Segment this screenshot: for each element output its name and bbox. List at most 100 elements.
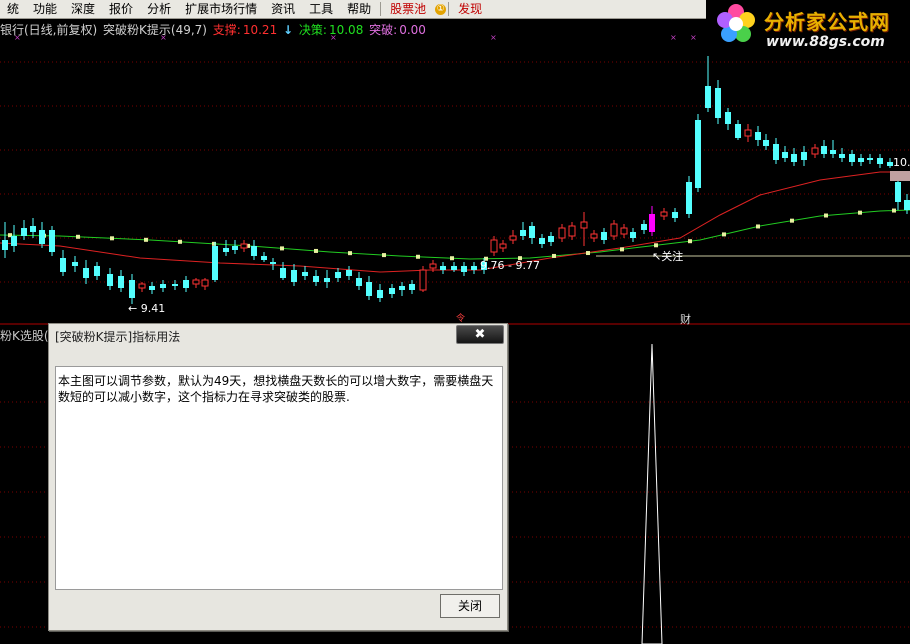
candle-body <box>725 112 731 124</box>
candle-body <box>548 236 554 242</box>
decision-label: 决策: <box>298 23 327 37</box>
candle-body <box>212 246 218 280</box>
sub-panel-label: 粉K选股( <box>0 329 49 343</box>
candle-body <box>30 226 36 232</box>
candle-body <box>672 212 678 218</box>
candle-body <box>335 272 341 278</box>
candle-body <box>539 238 545 244</box>
candle-body <box>755 132 761 140</box>
candle-body <box>302 272 308 276</box>
close-button[interactable]: 关闭 <box>440 594 500 618</box>
ma-dot <box>892 208 896 213</box>
candle-body <box>280 268 286 278</box>
candle-body <box>529 226 535 238</box>
menu-separator <box>380 2 382 16</box>
candle-body <box>160 284 166 288</box>
candle-body <box>201 279 209 287</box>
candle-body <box>138 283 146 289</box>
indicator-info-line: 银行(日线,前复权) 突破粉K提示(49,7) 支撑: 10.21 ↓ 决策: 10… <box>0 21 428 37</box>
logo-title: 分析家公式网 <box>764 10 890 34</box>
menu-item[interactable]: 股票池 <box>383 0 433 18</box>
right-price-label: 10. <box>893 156 910 169</box>
candle-body <box>490 239 498 253</box>
candle-body <box>399 286 405 290</box>
candle-body <box>715 88 721 118</box>
candle-body <box>192 279 200 285</box>
break-marker-icon: × <box>490 33 497 42</box>
menu-item[interactable]: 工具 <box>302 0 340 18</box>
candle-body <box>499 243 507 249</box>
close-icon[interactable]: ✖ <box>456 325 504 344</box>
menu-item[interactable]: 报价 <box>102 0 140 18</box>
ma-dot <box>76 234 80 239</box>
ma-dot <box>144 237 148 242</box>
candle-body <box>858 158 864 162</box>
candle-body <box>270 262 276 264</box>
candle-body <box>223 248 229 252</box>
menu-item[interactable]: 分析 <box>140 0 178 18</box>
candle-body <box>240 243 248 249</box>
ma-dot <box>382 253 386 258</box>
menu-item[interactable]: 发现 <box>451 0 489 18</box>
candle-body <box>686 182 692 214</box>
candle-body <box>172 284 178 286</box>
ma-dot <box>416 254 420 259</box>
candle-body <box>641 224 647 230</box>
break-marker-icon: × <box>670 33 677 42</box>
candle-body <box>49 230 55 252</box>
menu-item[interactable]: 功能 <box>26 0 64 18</box>
candle-body <box>821 146 827 154</box>
decision-value: 10.08 <box>328 23 364 37</box>
support-value: 10.21 <box>242 23 278 37</box>
ma-dot <box>178 239 182 244</box>
candle-body <box>782 152 788 158</box>
ma-dot <box>314 248 318 253</box>
candle-body <box>107 274 113 286</box>
candle-body <box>11 236 17 246</box>
ma-dot <box>722 232 726 237</box>
candle-body <box>580 221 588 229</box>
menu-item[interactable]: 统 <box>0 0 26 18</box>
candle-body <box>744 129 752 137</box>
candle-body <box>471 266 477 270</box>
dialog-titlebar[interactable]: [突破粉K提示]指标用法 ✖ <box>49 324 507 346</box>
candle-body <box>149 286 155 290</box>
indicator-usage-dialog: [突破粉K提示]指标用法 ✖ 本主图可以调节参数，默认为49天，想找横盘天数长的… <box>48 323 508 631</box>
candle-body <box>129 280 135 298</box>
ma-short-line <box>0 171 910 273</box>
candle-body <box>313 276 319 282</box>
menu-item[interactable]: 资讯 <box>264 0 302 18</box>
menu-item[interactable]: 扩展市场行情 <box>178 0 264 18</box>
candle-body <box>429 263 437 269</box>
candle-body <box>60 258 66 272</box>
candle-body <box>377 290 383 298</box>
support-label: 支撑: <box>212 23 241 37</box>
candle-body <box>791 154 797 162</box>
ma-dot <box>450 256 454 261</box>
candle-body <box>867 158 873 160</box>
candle-body <box>2 240 8 250</box>
ma-dot <box>654 243 658 248</box>
candle-body <box>877 158 883 164</box>
attention-label: ↖关注 <box>652 250 684 263</box>
price-tag-marker <box>890 171 910 181</box>
menu-item[interactable]: 帮助 <box>340 0 378 18</box>
candle-body <box>590 233 598 239</box>
menu-item[interactable]: 深度 <box>64 0 102 18</box>
down-arrow-icon: ↓ <box>283 23 294 37</box>
ma-dot <box>756 224 760 229</box>
finance-marker[interactable]: 财 <box>680 311 691 327</box>
candle-body <box>232 246 238 250</box>
dialog-title: [突破粉K提示]指标用法 <box>55 330 181 344</box>
dialog-text: 本主图可以调节参数，默认为49天，想找横盘天数长的可以增大数字，需要横盘天数短的… <box>58 374 494 404</box>
candle-body <box>811 147 819 155</box>
candle-body <box>801 152 807 160</box>
candle-body <box>735 124 741 138</box>
ma-dot <box>824 213 828 218</box>
candle-body <box>261 256 267 260</box>
candle-body <box>660 211 668 217</box>
candle-body <box>356 278 362 286</box>
candle-body <box>705 86 711 108</box>
candle-body <box>39 230 45 244</box>
ma-dot <box>688 239 692 244</box>
